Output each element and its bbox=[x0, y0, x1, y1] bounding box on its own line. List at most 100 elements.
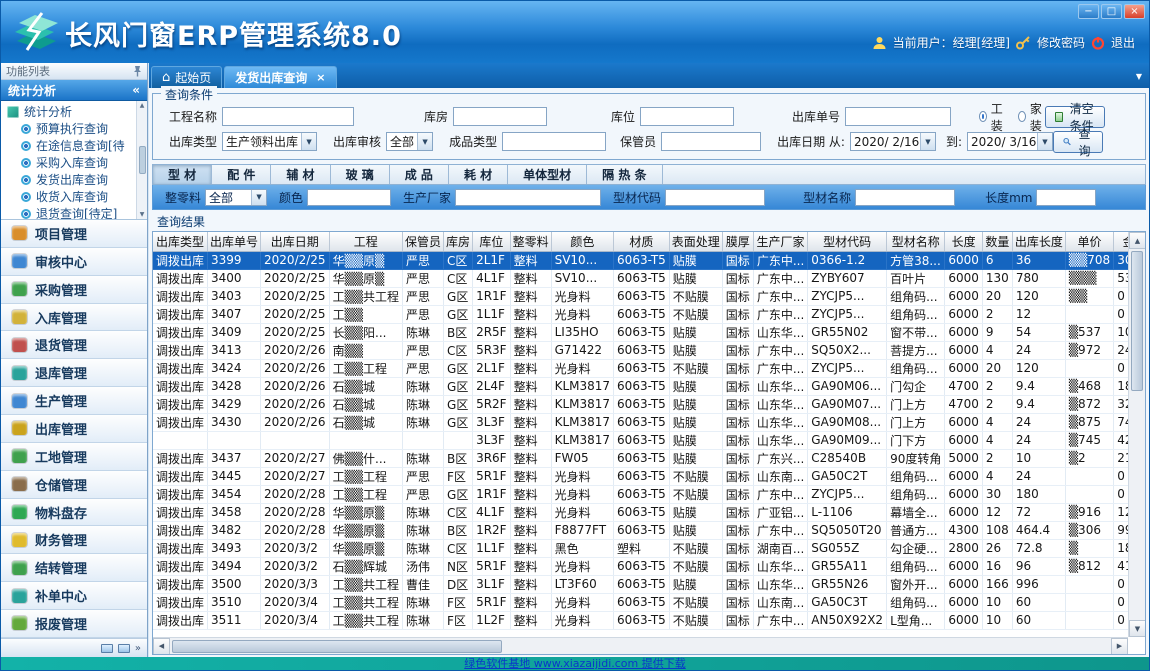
table-row[interactable]: 调拨出库34372020/2/27佛▒▒什...陈琳B区3R6F整料FW0560… bbox=[153, 449, 1128, 467]
scroll-up-icon[interactable]: ▲ bbox=[1129, 232, 1146, 249]
column-header[interactable]: 保管员 bbox=[403, 232, 444, 251]
column-header[interactable]: 型材代码 bbox=[808, 232, 887, 251]
sidebar-module-4[interactable]: 退货管理 bbox=[1, 331, 147, 359]
color-input[interactable] bbox=[307, 189, 391, 206]
sidebar-module-9[interactable]: 仓储管理 bbox=[1, 471, 147, 499]
radio-option-0[interactable]: 工装 bbox=[979, 100, 1006, 134]
table-row[interactable]: 调拨出库34582020/2/28华▒▒原▒陈琳C区4L1F整料光身料6063-… bbox=[153, 503, 1128, 521]
column-header[interactable]: 出库单号 bbox=[208, 232, 261, 251]
close-button[interactable]: × bbox=[1124, 4, 1145, 19]
sidebar-module-8[interactable]: 工地管理 bbox=[1, 443, 147, 471]
project-name-input[interactable] bbox=[222, 107, 354, 126]
table-row[interactable]: 调拨出库34072020/2/25工▒▒严思G区1L1F整料光身料6063-T5… bbox=[153, 305, 1128, 323]
audit-select[interactable]: 全部 ▼ bbox=[386, 132, 433, 151]
table-row[interactable]: 3L3F整料KLM38176063-T5贴膜国标山东华...GA90M09...… bbox=[153, 431, 1128, 449]
tree-item[interactable]: 收货入库查询 bbox=[1, 188, 147, 205]
tree-scroll-thumb[interactable] bbox=[139, 146, 146, 174]
download-link[interactable]: 绿色软件基地 www.xiazaijidi.com 提供下载 bbox=[464, 658, 686, 669]
outbound-type-select[interactable]: 生产领料出库 ▼ bbox=[222, 132, 317, 151]
sidebar-module-14[interactable]: 报废管理 bbox=[1, 610, 147, 638]
tree-root[interactable]: 统计分析 bbox=[1, 103, 147, 120]
computer-icon[interactable] bbox=[101, 644, 113, 653]
table-row[interactable]: 调拨出库34092020/2/25长▒▒阳...陈琳B区2R5F整料LI35HO… bbox=[153, 323, 1128, 341]
column-header[interactable]: 生产厂家 bbox=[753, 232, 807, 251]
column-header[interactable]: 表面处理 bbox=[669, 232, 722, 251]
search-button[interactable]: 查 询 bbox=[1053, 131, 1103, 153]
location-input[interactable] bbox=[640, 107, 734, 126]
tab-0[interactable]: ⌂起始页 bbox=[151, 66, 222, 88]
scroll-right-icon[interactable]: ▶ bbox=[1111, 638, 1128, 655]
column-header[interactable]: 材质 bbox=[614, 232, 670, 251]
material-tab-3[interactable]: 玻 璃 bbox=[331, 165, 390, 184]
profile-code-input[interactable] bbox=[665, 189, 765, 206]
tree-item[interactable]: 退货查询[待定] bbox=[1, 205, 147, 220]
material-tab-0[interactable]: 型 材 bbox=[153, 165, 212, 184]
tree-item[interactable]: 在途信息查询[待 bbox=[1, 137, 147, 154]
column-header[interactable]: 出库类型 bbox=[153, 232, 208, 251]
computer-icon[interactable] bbox=[118, 644, 130, 653]
material-tab-4[interactable]: 成 品 bbox=[390, 165, 449, 184]
column-header[interactable]: 工程 bbox=[329, 232, 402, 251]
sidebar-module-5[interactable]: 退库管理 bbox=[1, 359, 147, 387]
sidebar-module-13[interactable]: 补单中心 bbox=[1, 582, 147, 610]
table-row[interactable]: 调拨出库34932020/3/2华▒▒原▒陈琳C区1L1F整料黑色塑料不贴膜国标… bbox=[153, 539, 1128, 557]
table-row[interactable]: 调拨出库34282020/2/26石▒▒城陈琳G区2L4F整料KLM381760… bbox=[153, 377, 1128, 395]
column-header[interactable]: 长度 bbox=[945, 232, 983, 251]
material-tab-2[interactable]: 辅 材 bbox=[271, 165, 330, 184]
table-row[interactable]: 调拨出库34542020/2/28工▒▒工程严思G区1R1F整料光身料6063-… bbox=[153, 485, 1128, 503]
product-type-input[interactable] bbox=[502, 132, 606, 151]
length-input[interactable] bbox=[1036, 189, 1096, 206]
material-tab-5[interactable]: 耗 材 bbox=[449, 165, 508, 184]
column-header[interactable]: 型材名称 bbox=[887, 232, 945, 251]
table-row[interactable]: 调拨出库34942020/3/2石▒▒辉城汤伟N区5R1F整料光身料6063-T… bbox=[153, 557, 1128, 575]
tree-item[interactable]: 发货出库查询 bbox=[1, 171, 147, 188]
sidebar-module-11[interactable]: 财务管理 bbox=[1, 526, 147, 554]
vertical-scroll-thumb[interactable] bbox=[1131, 251, 1143, 391]
section-statistics-header[interactable]: 统计分析 « bbox=[1, 80, 147, 101]
chevron-right-icon[interactable]: » bbox=[135, 643, 141, 654]
table-row[interactable]: 调拨出库34242020/2/26工▒▒工程严思G区2L1F整料光身料6063-… bbox=[153, 359, 1128, 377]
column-header[interactable]: 出库长度 bbox=[1012, 232, 1065, 251]
column-header[interactable]: 库位 bbox=[473, 232, 511, 251]
pin-icon[interactable] bbox=[133, 65, 142, 77]
sidebar-module-10[interactable]: 物料盘存 bbox=[1, 499, 147, 527]
warehouse-input[interactable] bbox=[453, 107, 547, 126]
order-no-input[interactable] bbox=[845, 107, 951, 126]
horizontal-scroll-thumb[interactable] bbox=[172, 640, 502, 653]
manufacturer-input[interactable] bbox=[455, 189, 601, 206]
sidebar-module-3[interactable]: 入库管理 bbox=[1, 304, 147, 332]
whole-piece-select[interactable]: 全部 ▼ bbox=[205, 189, 267, 206]
horizontal-scrollbar[interactable]: ◀ ▶ bbox=[153, 637, 1128, 654]
logout-link[interactable]: 退出 bbox=[1111, 34, 1135, 51]
radio-option-1[interactable]: 家装 bbox=[1018, 100, 1045, 134]
table-row[interactable]: 调拨出库34002020/2/25华▒▒原▒严思C区4L1F整料SV10...6… bbox=[153, 269, 1128, 287]
column-header[interactable]: 数量 bbox=[982, 232, 1012, 251]
column-header[interactable]: 单价 bbox=[1065, 232, 1113, 251]
profile-name-input[interactable] bbox=[855, 189, 955, 206]
tab-1[interactable]: 发货出库查询× bbox=[224, 66, 336, 88]
table-row[interactable]: 调拨出库34132020/2/26南▒▒严思C区5R3F整料G714226063… bbox=[153, 341, 1128, 359]
tab-close-icon[interactable]: × bbox=[316, 71, 325, 84]
sidebar-module-1[interactable]: 审核中心 bbox=[1, 248, 147, 276]
sidebar-module-7[interactable]: 出库管理 bbox=[1, 415, 147, 443]
vertical-scrollbar[interactable]: ▲ ▼ bbox=[1128, 232, 1145, 637]
scroll-down-icon[interactable]: ▼ bbox=[1129, 620, 1146, 637]
tree-scrollbar[interactable]: ▲ ▼ bbox=[136, 101, 147, 219]
scroll-down-icon[interactable]: ▼ bbox=[140, 211, 145, 218]
maximize-button[interactable]: □ bbox=[1101, 4, 1122, 19]
sidebar-module-12[interactable]: 结转管理 bbox=[1, 554, 147, 582]
column-header[interactable]: 颜色 bbox=[551, 232, 613, 251]
date-from-picker[interactable]: 2020/ 2/16 ▼ bbox=[850, 132, 936, 151]
table-row[interactable]: 调拨出库34452020/2/27工▒▒工程严思F区5R1F整料光身料6063-… bbox=[153, 467, 1128, 485]
scroll-left-icon[interactable]: ◀ bbox=[153, 638, 170, 655]
sidebar-module-0[interactable]: 项目管理 bbox=[1, 220, 147, 248]
table-row[interactable]: 调拨出库33992020/2/25华▒▒原▒严思C区2L1F整料SV10...6… bbox=[153, 251, 1128, 269]
material-tab-7[interactable]: 隔 热 条 bbox=[587, 165, 662, 184]
table-row[interactable]: 调拨出库34302020/2/26石▒▒城陈琳G区3L3F整料KLM381760… bbox=[153, 413, 1128, 431]
minimize-button[interactable]: − bbox=[1078, 4, 1099, 19]
column-header[interactable]: 库房 bbox=[444, 232, 473, 251]
scroll-up-icon[interactable]: ▲ bbox=[140, 102, 145, 109]
keeper-input[interactable] bbox=[661, 132, 761, 151]
collapse-icon[interactable]: « bbox=[132, 83, 140, 97]
sidebar-module-2[interactable]: 采购管理 bbox=[1, 276, 147, 304]
